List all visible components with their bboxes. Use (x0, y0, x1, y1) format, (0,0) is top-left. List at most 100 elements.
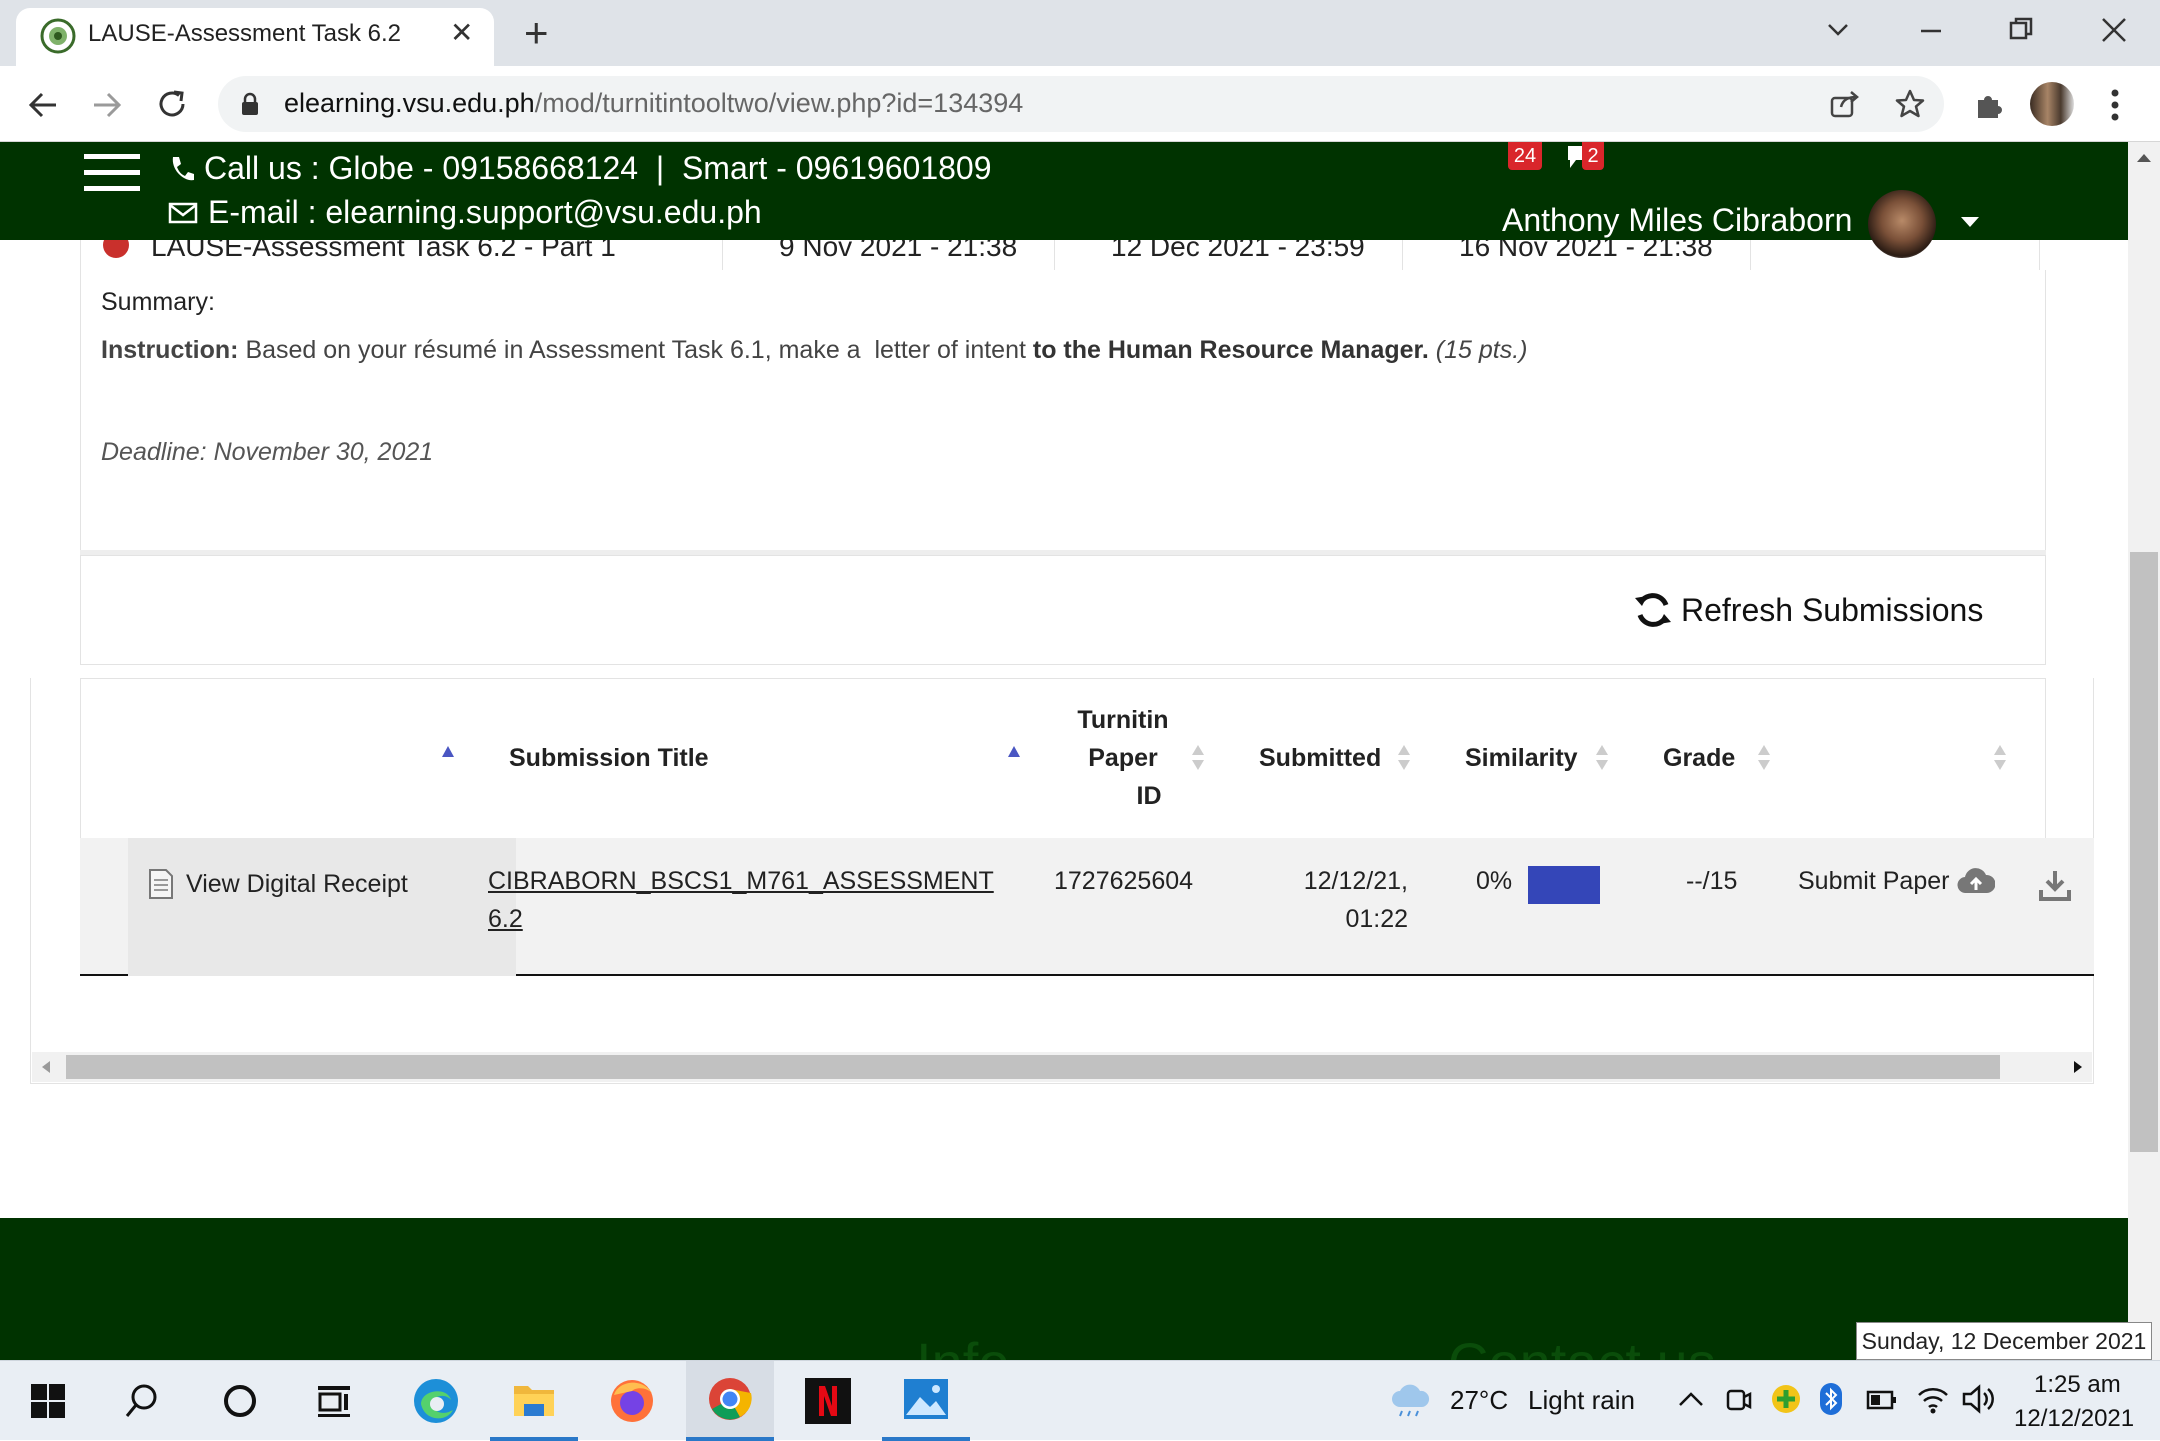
reload-icon[interactable] (156, 88, 188, 120)
battery-icon[interactable] (1866, 1389, 1898, 1411)
tab-search-chevron-icon[interactable] (1826, 18, 1850, 42)
bluetooth-icon[interactable] (1820, 1383, 1842, 1415)
submit-paper-label: Submit Paper (1798, 867, 1950, 895)
weather-temperature[interactable]: 27°C (1450, 1385, 1508, 1416)
header-submitted[interactable]: Submitted (1259, 739, 1381, 777)
url-host: elearning.vsu.edu.ph (284, 88, 535, 118)
summary-label: Summary: (101, 288, 215, 316)
back-arrow-icon[interactable] (28, 90, 58, 120)
clock-date[interactable]: 12/12/2021 (2014, 1405, 2134, 1433)
firefox-taskbar-button[interactable] (588, 1361, 676, 1441)
close-window-icon[interactable] (2100, 16, 2128, 44)
instruction-points: (15 pts.) (1428, 336, 1528, 364)
netflix-taskbar-button[interactable] (784, 1361, 872, 1441)
header-paper-id-line2: Paper (1088, 744, 1158, 772)
sort-both-icon[interactable] (1595, 743, 1609, 773)
minimize-icon[interactable] (1918, 18, 1944, 44)
antivirus-status-icon[interactable] (1770, 1383, 1802, 1415)
taskbar-search-button[interactable] (98, 1361, 186, 1441)
header-submission-title[interactable]: Submission Title (509, 739, 709, 777)
download-icon[interactable] (2038, 868, 2072, 902)
refresh-submissions-button[interactable]: Refresh Submissions (1633, 588, 1983, 632)
sort-both-icon[interactable] (1191, 743, 1205, 773)
similarity-score-box[interactable] (1528, 866, 1600, 904)
paper-id: 1727625604 (1054, 867, 1194, 895)
cortana-circle-icon (224, 1385, 256, 1417)
page-vertical-scrollbar[interactable] (2128, 142, 2160, 1360)
user-menu-dropdown-icon[interactable] (1960, 216, 1980, 228)
submitted-date-line1: 12/12/21, (1303, 867, 1408, 895)
extensions-puzzle-icon[interactable] (1972, 90, 2004, 122)
meet-now-icon[interactable] (1724, 1385, 1752, 1415)
view-digital-receipt-link[interactable]: View Digital Receipt (148, 868, 408, 900)
submission-title-line2: 6.2 (488, 905, 523, 933)
vertical-scroll-thumb[interactable] (2130, 552, 2158, 1152)
show-hidden-icons-chevron-icon[interactable] (1678, 1391, 1704, 1407)
header-similarity[interactable]: Similarity (1465, 739, 1578, 777)
firefox-icon (611, 1380, 653, 1422)
site-favicon-icon (40, 18, 76, 54)
footer-contact-heading: Contact us (1448, 1330, 1716, 1360)
clock-time[interactable]: 1:25 am (2034, 1371, 2121, 1399)
email-text: E-mail : elearning.support@vsu.edu.ph (208, 194, 762, 230)
header-paper-id[interactable]: Turnitin Paper ID (1063, 701, 1183, 815)
task-view-button[interactable] (290, 1361, 378, 1441)
message-badge[interactable]: 2 (1582, 142, 1604, 170)
notification-badge[interactable]: 24 (1508, 142, 1542, 170)
forward-arrow-icon[interactable] (92, 90, 122, 120)
receipt-label: View Digital Receipt (186, 869, 408, 898)
submission-title-link[interactable]: CIBRABORN_BSCS1_M761_ASSESSMENT 6.2 (488, 862, 994, 938)
user-avatar[interactable] (1868, 190, 1936, 258)
footer-info-heading: Info (916, 1330, 1009, 1360)
horizontal-scroll-thumb[interactable] (66, 1055, 2000, 1079)
share-icon[interactable] (1830, 90, 1860, 118)
header-grade[interactable]: Grade (1663, 739, 1735, 777)
browser-menu-icon[interactable] (2110, 88, 2120, 122)
windows-logo-icon (31, 1384, 65, 1418)
email-line: E-mail : elearning.support@vsu.edu.ph (168, 194, 762, 231)
address-bar[interactable]: elearning.vsu.edu.ph/mod/turnitintooltwo… (218, 76, 1944, 132)
browser-toolbar: elearning.vsu.edu.ph/mod/turnitintooltwo… (0, 66, 2160, 142)
user-name[interactable]: Anthony Miles Cibraborn (1502, 202, 1852, 239)
start-button[interactable] (4, 1361, 92, 1441)
chrome-taskbar-button[interactable] (686, 1361, 774, 1441)
instruction-body: Based on your résumé in Assessment Task … (238, 336, 1033, 364)
volume-icon[interactable] (1962, 1383, 1996, 1415)
scroll-right-arrow-icon[interactable] (2072, 1060, 2084, 1074)
sort-asc-icon[interactable] (1007, 743, 1021, 773)
close-tab-icon[interactable]: ✕ (450, 16, 473, 49)
horizontal-scrollbar[interactable] (32, 1052, 2092, 1082)
cortana-button[interactable] (196, 1361, 284, 1441)
scroll-up-arrow-icon[interactable] (2136, 152, 2152, 164)
file-explorer-taskbar-button[interactable] (490, 1361, 578, 1441)
sort-both-icon[interactable] (1397, 743, 1411, 773)
hamburger-menu-icon[interactable] (84, 150, 140, 196)
weather-description[interactable]: Light rain (1528, 1385, 1635, 1416)
submitted-time-line2: 01:22 (1345, 905, 1408, 933)
netflix-icon (805, 1378, 851, 1424)
profile-avatar[interactable] (2030, 82, 2074, 126)
refresh-label: Refresh Submissions (1681, 591, 1984, 628)
clock-tooltip: Sunday, 12 December 2021 (1856, 1322, 2152, 1360)
search-icon (125, 1384, 157, 1417)
edge-taskbar-button[interactable] (392, 1361, 480, 1441)
new-tab-button[interactable]: + (524, 8, 549, 58)
windows-taskbar: 27°C Light rain 1:25 am 12/12/2021 (0, 1360, 2160, 1441)
sort-both-icon[interactable] (1993, 743, 2007, 773)
weather-cloud-rain-icon[interactable] (1390, 1383, 1432, 1417)
sort-asc-icon[interactable] (441, 743, 455, 773)
task-view-icon (318, 1386, 350, 1417)
restore-icon[interactable] (2008, 16, 2034, 42)
bookmark-star-icon[interactable] (1894, 88, 1926, 120)
wifi-icon[interactable] (1916, 1383, 1950, 1415)
browser-tab[interactable]: LAUSE-Assessment Task 6.2 ✕ (16, 8, 494, 66)
tab-title: LAUSE-Assessment Task 6.2 (88, 20, 402, 47)
photos-taskbar-button[interactable] (882, 1361, 970, 1441)
submit-paper-button[interactable]: Submit Paper (1798, 862, 1996, 900)
scroll-left-arrow-icon[interactable] (40, 1060, 52, 1074)
edge-browser-icon (414, 1379, 458, 1423)
receipt-document-icon (149, 869, 173, 899)
grade-value[interactable]: --/15 (1686, 862, 1737, 900)
sort-both-icon[interactable] (1757, 743, 1771, 773)
site-header: Call us : Globe - 09158668124 | Smart - … (0, 142, 2128, 258)
